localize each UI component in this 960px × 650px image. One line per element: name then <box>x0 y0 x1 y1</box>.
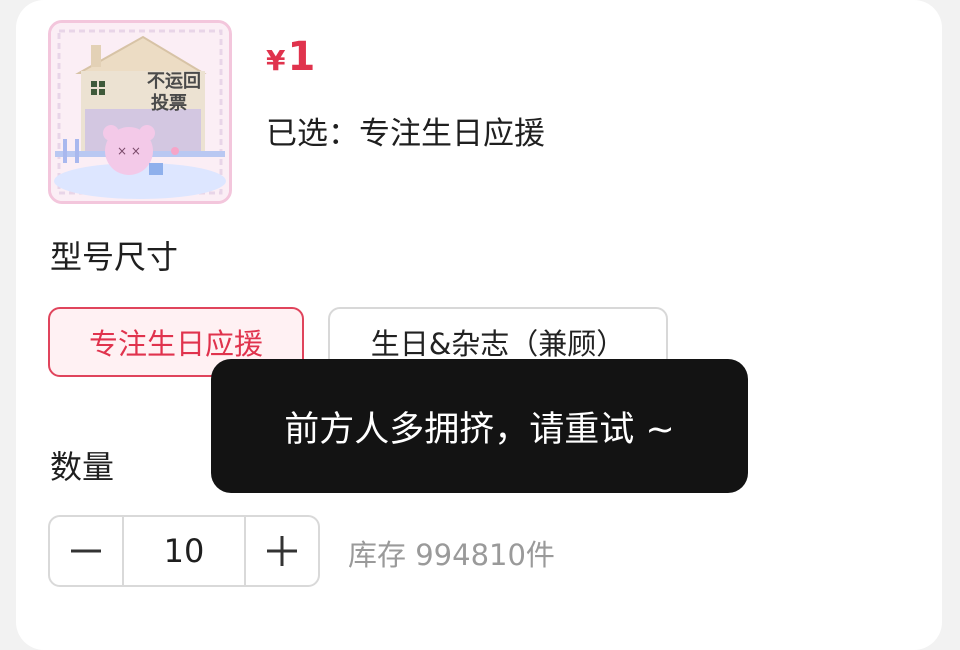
toast-text: 前方人多拥挤，请重试 ~ <box>284 409 675 450</box>
quantity-input[interactable]: 10 <box>122 517 246 585</box>
selected-variant-summary: 已选：专注生日应援 <box>266 108 545 153</box>
stock-count: 库存 994810件 <box>348 538 555 572</box>
currency-symbol: ¥ <box>266 44 286 77</box>
thumbnail-line1: 不运回 <box>147 71 201 92</box>
svg-text:× ×: × × <box>117 144 141 158</box>
variant-option-label: 生日&杂志（兼顾） <box>370 327 626 361</box>
thumbnail-line2: 投票 <box>151 92 187 114</box>
quantity-stepper: 10 <box>48 515 320 587</box>
variant-option-label: 专注生日应援 <box>88 327 263 361</box>
price: ¥1 <box>266 34 315 80</box>
minus-icon <box>71 549 101 553</box>
quantity-section-title: 数量 <box>50 448 115 486</box>
increase-quantity-button[interactable] <box>246 517 318 585</box>
product-thumbnail-art: 不运回 投票 × × <box>51 23 229 201</box>
price-value: 1 <box>287 34 316 80</box>
toast-message: 前方人多拥挤，请重试 ~ <box>211 359 748 493</box>
selected-value: 专注生日应援 <box>359 116 545 152</box>
variant-section-title: 型号尺寸 <box>50 238 179 276</box>
selected-prefix: 已选： <box>266 116 359 152</box>
plus-icon <box>267 536 297 566</box>
product-thumbnail: 不运回 投票 × × <box>48 20 232 204</box>
decrease-quantity-button[interactable] <box>50 517 122 585</box>
